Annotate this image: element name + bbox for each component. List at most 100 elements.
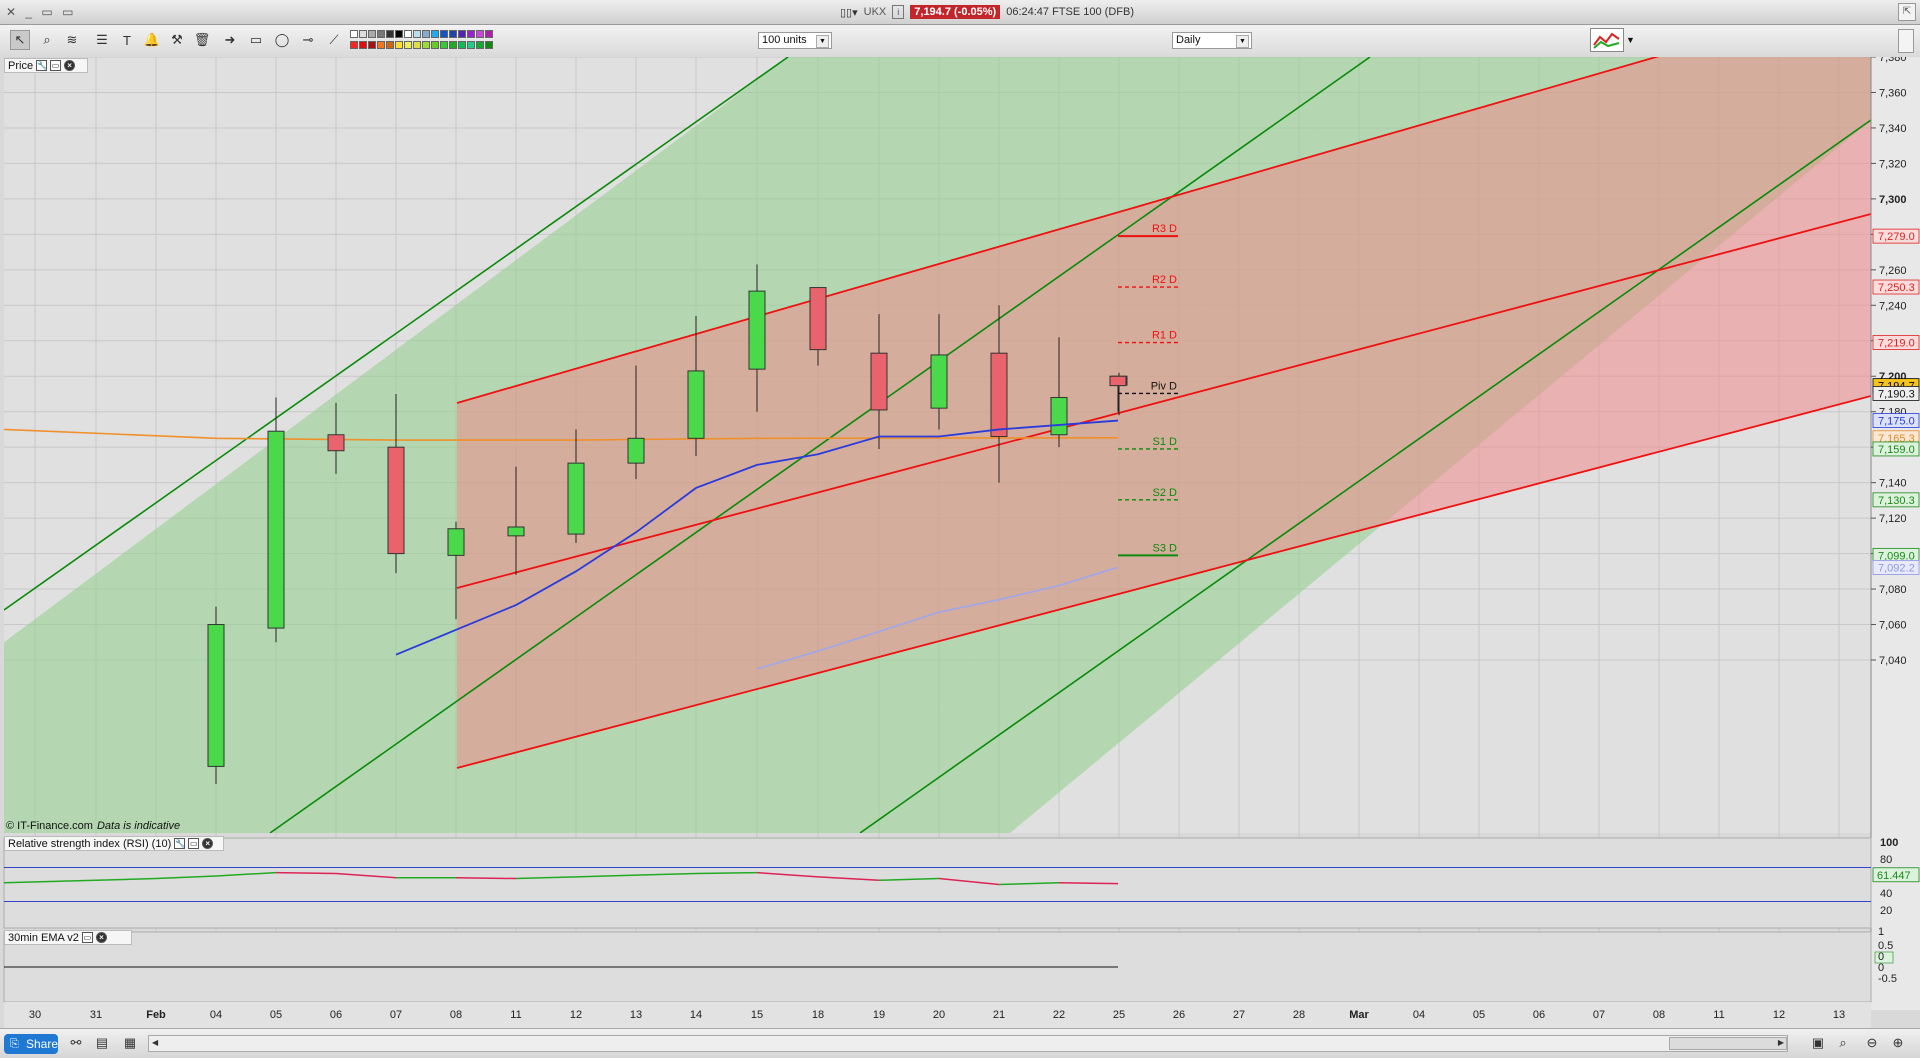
- table-icon[interactable]: ▤: [94, 1035, 110, 1051]
- instrument-icon: ▯▯▾: [840, 6, 858, 19]
- x-tick-label: 31: [90, 1009, 102, 1021]
- price-chart[interactable]: R3 D R2 D R1 D Piv D S1 D S2 D S3 D 7,380 7,360…: [0, 57, 1920, 1028]
- x-tick-label: 22: [1053, 1009, 1065, 1021]
- candle-body: [1109, 375, 1127, 387]
- price-badge-label: 7,159.0: [1878, 444, 1915, 456]
- close-panel-icon[interactable]: ×: [95, 932, 107, 943]
- zoom-in-icon[interactable]: ⊕: [1890, 1035, 1906, 1051]
- wrench-icon[interactable]: 🔧: [174, 838, 186, 849]
- candle-body: [990, 352, 1008, 438]
- zoom-icon[interactable]: ⌕: [37, 30, 57, 50]
- price-badge-label: 7,130.3: [1878, 495, 1915, 507]
- pivot-label: R3 D: [1152, 223, 1177, 235]
- chart-style-button[interactable]: ▼: [1590, 28, 1638, 54]
- title-time-instrument: 06:24:47 FTSE 100 (DFB): [1006, 6, 1134, 18]
- y-tick-label: 7,240: [1879, 300, 1907, 312]
- rsi-panel-background: [3, 837, 1872, 929]
- y-tick-label: 7,080: [1879, 584, 1907, 596]
- candle-body: [207, 624, 225, 767]
- zoom-fit-icon[interactable]: ⌕: [1835, 1035, 1851, 1051]
- candle-body: [687, 370, 705, 439]
- window-controls[interactable]: ✕ _ ▭ ▭: [6, 5, 76, 19]
- maximize-panel-icon[interactable]: ▭: [188, 838, 200, 849]
- price-change-badge: 7,194.7 (-0.05%): [910, 5, 1001, 19]
- x-tick-label: 05: [1473, 1009, 1485, 1021]
- rsi-value-badge-label: 61.447: [1877, 870, 1911, 882]
- link-icon[interactable]: ⚯: [68, 1035, 84, 1051]
- y-tick-label: 7,120: [1879, 513, 1907, 525]
- x-tick-label: 25: [1113, 1009, 1125, 1021]
- trend-line-icon[interactable]: ⟋: [324, 30, 344, 50]
- rsi-panel-title: Relative strength index (RSI) (10): [8, 837, 172, 850]
- interval-select-value: Daily: [1176, 34, 1201, 46]
- scroll-right-icon[interactable]: ▶: [1778, 1038, 1784, 1047]
- y-tick-label: 7,040: [1879, 655, 1907, 667]
- text-tool-icon[interactable]: T: [117, 30, 137, 50]
- detach-window-icon[interactable]: ⇱: [1898, 3, 1916, 21]
- zoom-out-icon[interactable]: ⊖: [1864, 1035, 1880, 1051]
- units-select[interactable]: 100 units ▼: [758, 32, 832, 49]
- candle-body: [447, 528, 465, 556]
- select-arrow-icon[interactable]: ↖: [10, 30, 30, 50]
- x-tick-label: Feb: [146, 1009, 166, 1021]
- pivot-label: R1 D: [1152, 330, 1177, 342]
- price-badge-label: 7,092.2: [1878, 562, 1915, 574]
- arrow-tool-icon[interactable]: ➜: [220, 30, 240, 50]
- y-tick-label: 7,140: [1879, 478, 1907, 490]
- rsi-line-segment: [455, 876, 517, 880]
- x-tick-label: 04: [210, 1009, 222, 1021]
- close-panel-icon[interactable]: ×: [202, 838, 214, 849]
- close-panel-icon[interactable]: ×: [64, 60, 76, 71]
- measure-icon[interactable]: ⚒: [167, 30, 187, 50]
- chart-style-icon: [1590, 28, 1624, 52]
- ema-axis-label: -0.5: [1878, 973, 1897, 985]
- fibonacci-icon[interactable]: ☰: [92, 30, 112, 50]
- maximize-panel-icon[interactable]: ▭: [50, 60, 62, 71]
- x-tick-label: 11: [1713, 1009, 1724, 1021]
- price-badge-label: 7,279.0: [1878, 231, 1915, 243]
- x-tick-label: 06: [1533, 1009, 1545, 1021]
- share-button[interactable]: ⎘ Share: [4, 1034, 58, 1054]
- interval-select[interactable]: Daily ▼: [1172, 32, 1252, 49]
- alert-bell-icon[interactable]: 🔔: [142, 30, 162, 50]
- scroll-left-icon[interactable]: ◀: [152, 1038, 158, 1047]
- price-badge-label: 7,219.0: [1878, 338, 1915, 350]
- x-tick-label: 07: [390, 1009, 402, 1021]
- chart-icon[interactable]: ▣: [1810, 1035, 1826, 1051]
- time-scrollbar[interactable]: ◀ ▶: [148, 1035, 1788, 1052]
- y-tick-label: 7,320: [1879, 158, 1907, 170]
- rsi-axis-label: 80: [1880, 854, 1892, 866]
- color-palette[interactable]: [350, 30, 502, 52]
- y-tick-label: 7,380: [1879, 57, 1907, 64]
- x-tick-label: 08: [1653, 1009, 1665, 1021]
- side-panel-toggle[interactable]: [1898, 29, 1914, 53]
- x-tick-label: 19: [873, 1009, 885, 1021]
- x-tick-label: 30: [29, 1009, 41, 1021]
- y-tick-label: 7,360: [1879, 87, 1907, 99]
- x-tick-label: 18: [812, 1009, 824, 1021]
- ema-axis-label: 1: [1878, 926, 1884, 938]
- candle-body: [809, 287, 827, 351]
- x-tick-label: 28: [1293, 1009, 1305, 1021]
- candle-body: [267, 430, 285, 629]
- grid-settings-icon[interactable]: ▦: [122, 1035, 138, 1051]
- pivot-label: S1 D: [1153, 436, 1178, 448]
- y-tick-label: 7,260: [1879, 265, 1907, 277]
- ellipse-tool-icon[interactable]: ◯: [272, 30, 292, 50]
- wrench-icon[interactable]: 🔧: [36, 60, 48, 71]
- delete-icon[interactable]: 🗑: [192, 30, 212, 50]
- ema-panel-header: 30min EMA v2 ▭ ×: [4, 930, 132, 945]
- line-studies-icon[interactable]: ≋: [62, 30, 82, 50]
- scrollbar-thumb[interactable]: [1669, 1037, 1787, 1050]
- maximize-panel-icon[interactable]: ▭: [81, 932, 93, 943]
- x-tick-label: 14: [690, 1009, 702, 1021]
- price-panel-title: Price: [8, 59, 34, 72]
- horizontal-line-icon[interactable]: ⊸: [298, 30, 318, 50]
- candle-body: [567, 462, 585, 535]
- x-tick-label: 13: [630, 1009, 642, 1021]
- x-tick-label: 21: [993, 1009, 1005, 1021]
- rectangle-tool-icon[interactable]: ▭: [246, 30, 266, 50]
- price-badge-label: 7,250.3: [1878, 282, 1915, 294]
- x-tick-label: 06: [330, 1009, 342, 1021]
- info-icon[interactable]: i: [892, 5, 905, 19]
